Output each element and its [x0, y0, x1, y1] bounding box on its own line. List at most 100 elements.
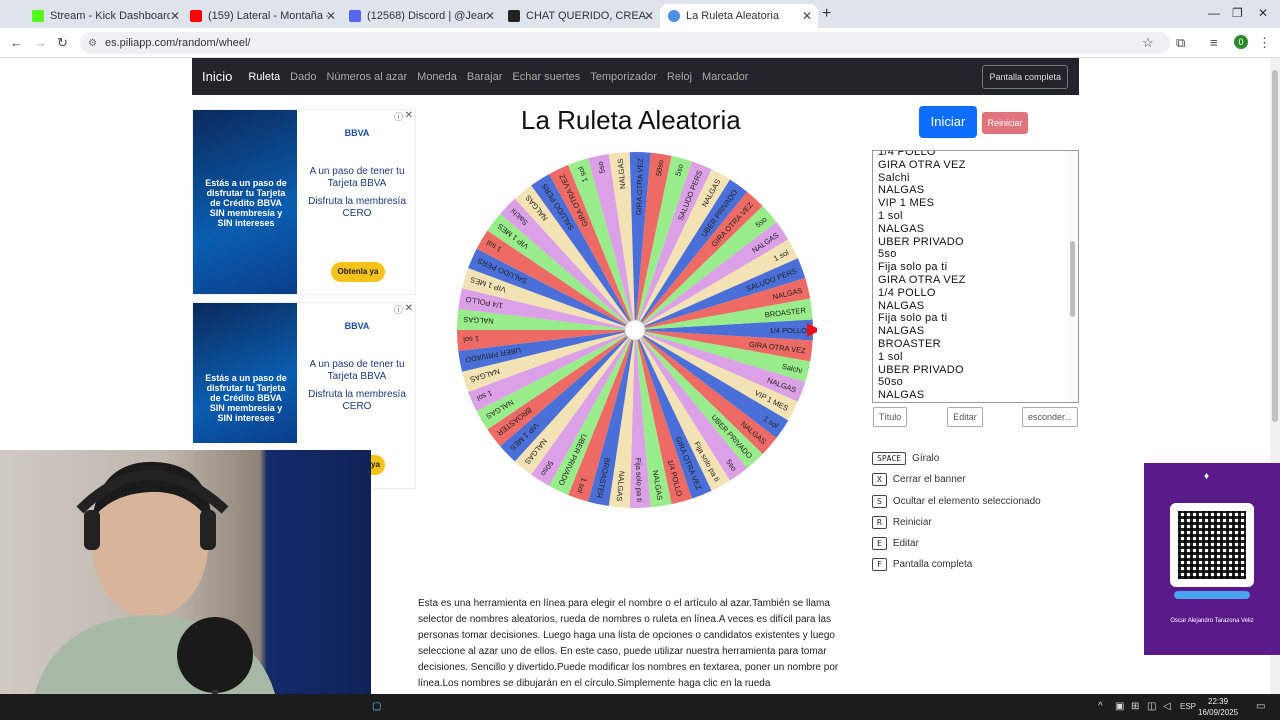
shortcut-x: X Cerrar el banner [872, 473, 966, 486]
nav-item-echar-suertes[interactable]: Echar suertes [512, 71, 580, 83]
tab-title: La Ruleta Aleatoria [686, 10, 779, 22]
volume-icon[interactable]: ◁ [1163, 701, 1171, 712]
ad-close-icon[interactable]: ✕ [405, 303, 413, 314]
textarea-scrollbar[interactable] [1067, 151, 1078, 402]
textarea-line: 1/4 POLLO [878, 286, 936, 299]
browser-tab-bar: Stream - Kick Dashboard ✕ (159) Lateral … [0, 0, 1280, 28]
shortcut-f: F Pantalla completa [872, 558, 972, 571]
tray-icon[interactable]: ▣ [1115, 701, 1124, 712]
taskbar-app-icon[interactable]: ▢ [372, 701, 381, 712]
close-window-icon[interactable]: ✕ [1258, 6, 1268, 20]
ad-line-1: A un paso de tener tu Tarjeta BBVA [309, 166, 405, 189]
nav-item-moneda[interactable]: Moneda [417, 71, 457, 83]
title-button[interactable]: Título [873, 407, 907, 427]
extensions-icon[interactable]: ⧉ [1176, 35, 1185, 51]
ad-logo: BBVA [344, 321, 370, 331]
textarea-line: VIP 1 MES [878, 197, 935, 210]
names-textarea[interactable]: 1/4 POLLO GIRA OTRA VEZ Salchi NALGAS VIP 1 … [872, 150, 1079, 403]
wheel-label: Fija solo pa ti [634, 458, 644, 503]
browser-tab[interactable]: CHAT QUERIDO, CREAME UNA ✕ [500, 4, 660, 28]
url-field[interactable]: ⚙ es.piliapp.com/random/wheel/ [80, 32, 1170, 54]
ad-logo: BBVA [344, 128, 370, 138]
edit-button[interactable]: Editar [947, 407, 983, 427]
nav-brand[interactable]: Inicio [202, 69, 232, 84]
notifications-icon[interactable]: ▭ [1256, 701, 1265, 712]
close-tab-icon[interactable]: ✕ [644, 9, 654, 23]
nav-item-temporizador[interactable]: Temporizador [590, 71, 657, 83]
textarea-line: GIRA OTRA VEZ [878, 273, 966, 286]
wheel-label: 1/4 POLLO [769, 326, 807, 335]
site-info-icon[interactable]: ⚙ [88, 38, 97, 49]
bookmark-star-icon[interactable]: ☆ [1142, 35, 1154, 51]
profile-avatar[interactable]: 0 [1234, 35, 1248, 49]
tab-title: CHAT QUERIDO, CREAME UNA [526, 10, 646, 22]
nav-item-ruleta[interactable]: Ruleta [248, 71, 280, 83]
browser-tab[interactable]: Stream - Kick Dashboard ✕ [24, 4, 186, 28]
reload-icon[interactable]: ↻ [57, 35, 68, 51]
nav-item-numeros[interactable]: Números al azar [326, 71, 407, 83]
shortcut-label: Gíralo [912, 453, 940, 464]
restore-icon[interactable]: ❐ [1232, 6, 1243, 20]
textarea-line: 5so [878, 248, 897, 261]
fullscreen-button[interactable]: Pantalla completa [982, 65, 1068, 89]
close-tab-icon[interactable]: ✕ [802, 9, 812, 23]
taskbar-clock[interactable]: 22:39 16/09/2025 [1198, 696, 1238, 718]
reading-list-icon[interactable]: ≡ [1210, 35, 1218, 50]
textarea-line: UBER PRIVADO [878, 363, 964, 376]
hide-button[interactable]: esconder... [1022, 407, 1078, 427]
back-icon[interactable]: ← [10, 35, 23, 50]
browser-tab[interactable]: (159) Lateral - Montaña - Yo ✕ [182, 4, 342, 28]
ad-banner[interactable]: Estás a un paso de disfrutar tu Tarjeta … [192, 109, 416, 295]
network-icon[interactable]: ◫ [1147, 701, 1156, 712]
nav-item-barajar[interactable]: Barajar [467, 71, 502, 83]
browser-tab-active[interactable]: La Ruleta Aleatoria ✕ [660, 4, 818, 28]
wheel-label: NALGAS [463, 315, 494, 326]
textarea-line: GIRA OTRA VEZ [878, 158, 966, 171]
ad-info-icon[interactable]: ⓘ [394, 110, 403, 123]
menu-kebab-icon[interactable]: ⋮ [1258, 35, 1271, 51]
url-text: es.piliapp.com/random/wheel/ [104, 37, 251, 49]
textarea-line: NALGAS [878, 184, 925, 197]
ad-image-text: Estás a un paso de disfrutar tu Tarjeta … [205, 178, 287, 228]
close-tab-icon[interactable]: ✕ [326, 9, 336, 23]
new-tab-icon[interactable]: + [822, 5, 831, 23]
key-x: X [872, 473, 887, 486]
nav-item-reloj[interactable]: Reloj [667, 71, 692, 83]
start-button[interactable]: Iniciar [919, 106, 977, 138]
key-r: R [872, 516, 887, 529]
tray-chevron-icon[interactable]: ^ [1098, 701, 1103, 712]
ad-info-icon[interactable]: ⓘ [394, 303, 403, 316]
piliapp-icon [668, 10, 680, 22]
language-indicator[interactable]: ESP [1180, 702, 1196, 711]
yape-logo-icon: ♦ [1204, 471, 1210, 482]
close-tab-icon[interactable]: ✕ [485, 9, 495, 23]
os-taskbar: ▢ ^ ▣ ⊞ ◫ ◁ ESP 22:39 16/09/2025 ▭ [0, 694, 1280, 720]
tray-icon[interactable]: ⊞ [1131, 701, 1139, 712]
ad-cta-button[interactable]: Obtenla ya [331, 262, 385, 282]
close-tab-icon[interactable]: ✕ [170, 9, 180, 23]
qr-code [1170, 503, 1254, 587]
textarea-line: UBER PRIVADO [878, 235, 964, 248]
discord-icon [349, 10, 361, 22]
roulette-wheel[interactable]: 1/4 POLLOGIRA OTRA VEZSalchiNALGASVIP 1 … [455, 150, 817, 512]
shortcut-e: E Editar [872, 537, 919, 550]
clock-time: 22:39 [1208, 697, 1229, 706]
ad-close-icon[interactable]: ✕ [405, 110, 413, 121]
description-text: Esta es una herramienta en línea para el… [418, 598, 839, 689]
ad-cta-button[interactable]: ya [371, 455, 385, 475]
nav-item-dado[interactable]: Dado [290, 71, 316, 83]
address-bar-row: ← → ↻ ⚙ es.piliapp.com/random/wheel/ ☆ ⧉… [0, 28, 1280, 58]
key-e: E [872, 537, 887, 550]
shortcut-label: Cerrar el banner [892, 474, 966, 485]
minimize-icon[interactable]: — [1208, 6, 1220, 20]
key-space: SPACE [872, 452, 907, 465]
qr-donation-ad: ♦ Oscar Alejandro Tarazona Veliz [1144, 463, 1280, 655]
wheel-label: GIRA OTRA VEZ [634, 158, 645, 216]
nav-item-marcador[interactable]: Marcador [702, 71, 748, 83]
textarea-line: 50so [878, 376, 904, 389]
forward-icon[interactable]: → [34, 35, 47, 50]
reset-button[interactable]: Reiniciar [982, 112, 1028, 134]
wheel-label: 1 sol [463, 334, 480, 344]
webcam-overlay [0, 450, 371, 720]
browser-tab[interactable]: (12568) Discord | @JeanGamer ✕ [341, 4, 501, 28]
